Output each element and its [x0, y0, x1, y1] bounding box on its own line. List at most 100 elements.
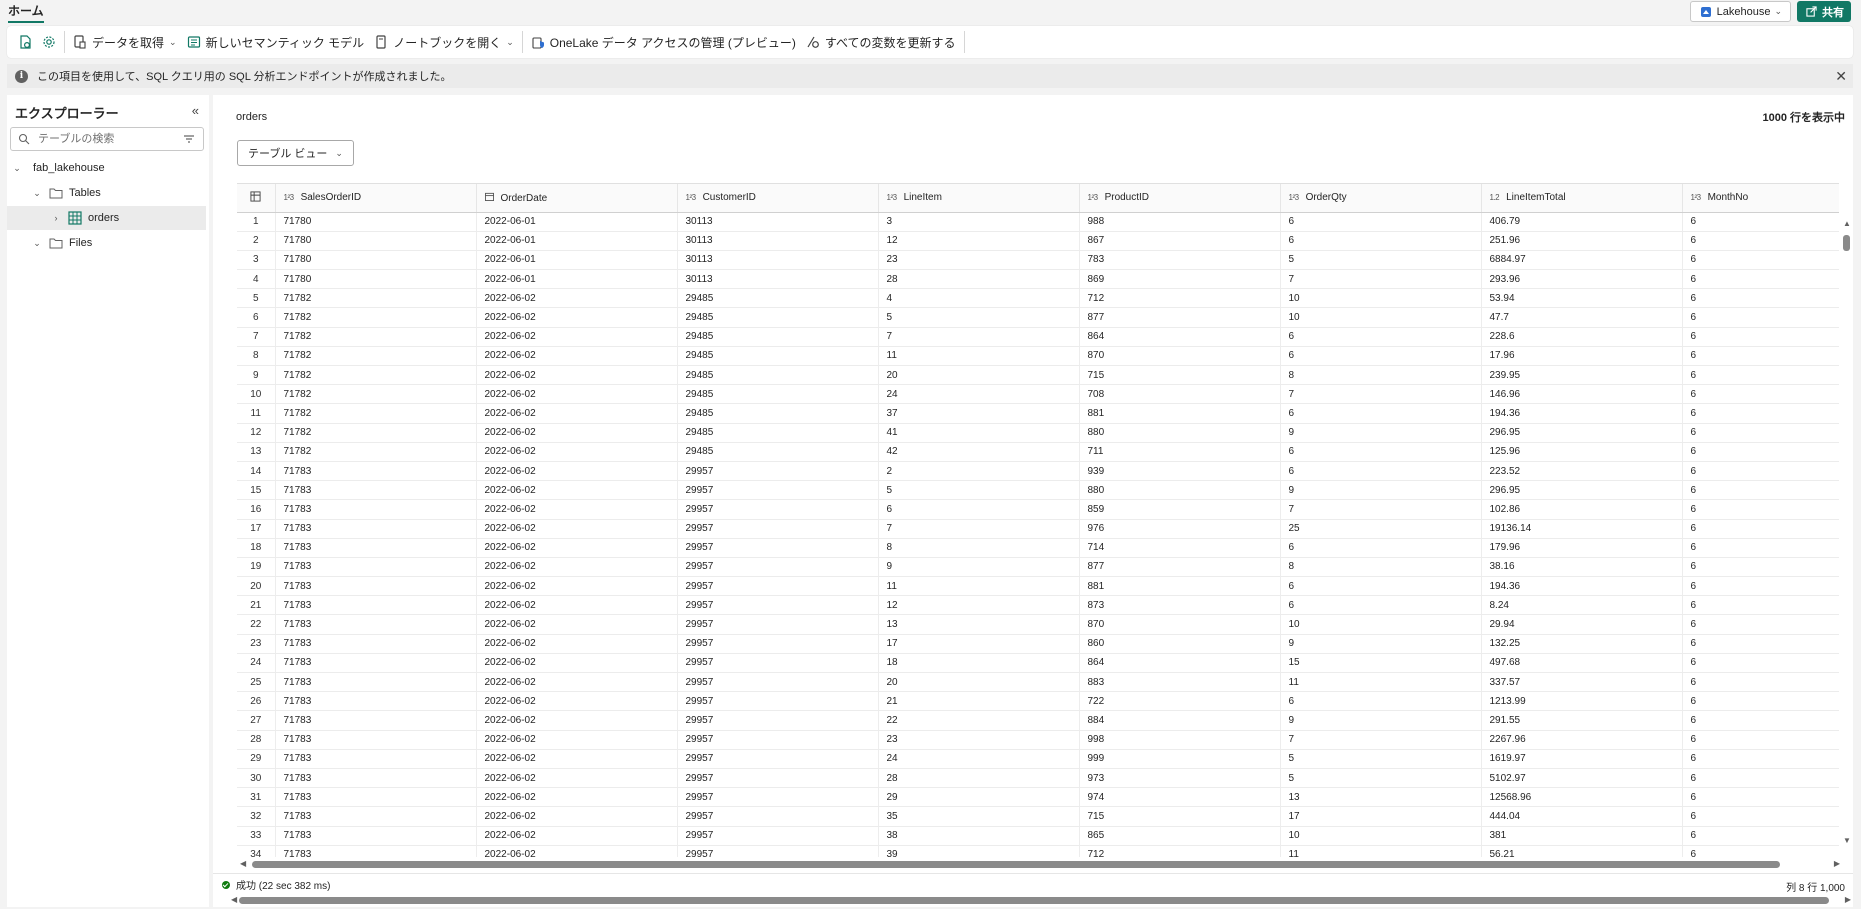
table-cell[interactable]: 71783	[275, 787, 477, 808]
table-cell[interactable]: 6	[1682, 423, 1839, 443]
table-cell[interactable]: 11	[878, 346, 1080, 367]
table-cell[interactable]: 29957	[677, 519, 879, 539]
table-cell[interactable]: 29957	[677, 845, 879, 857]
table-cell[interactable]: 6	[1682, 403, 1839, 424]
table-cell[interactable]: 8	[878, 538, 1080, 558]
table-cell[interactable]: 6	[1682, 231, 1839, 251]
table-row[interactable]: 12 71782 2022-06-02 29485 41 880 9 296.95 6	[237, 423, 1839, 443]
table-cell[interactable]: 29957	[677, 826, 879, 846]
table-cell[interactable]: 56.21	[1481, 845, 1683, 857]
table-cell[interactable]: 497.68	[1481, 653, 1683, 674]
table-cell[interactable]: 939	[1079, 461, 1281, 482]
table-cell[interactable]: 715	[1079, 365, 1281, 386]
get-data-button[interactable]: データを取得 ⌄	[68, 30, 182, 54]
table-cell[interactable]: 2022-06-02	[476, 614, 678, 635]
table-cell[interactable]: 884	[1079, 710, 1281, 731]
table-cell[interactable]: 102.86	[1481, 499, 1683, 520]
table-cell[interactable]: 41	[878, 423, 1080, 443]
table-cell[interactable]: 5	[1280, 749, 1482, 769]
table-row[interactable]: 8 71782 2022-06-02 29485 11 870 6 17.96 6	[237, 346, 1839, 367]
table-cell[interactable]: 2	[878, 461, 1080, 482]
table-cell[interactable]: 9	[1280, 710, 1482, 731]
table-cell[interactable]: 4	[878, 288, 1080, 309]
column-header-productid[interactable]: 1²3 ProductID	[1079, 184, 1281, 213]
row-number-cell[interactable]: 24	[237, 653, 276, 674]
table-cell[interactable]: 2022-06-02	[476, 346, 678, 367]
table-cell[interactable]: 2022-06-02	[476, 749, 678, 769]
table-cell[interactable]: 6	[1682, 288, 1839, 309]
table-cell[interactable]: 6	[1280, 346, 1482, 367]
table-cell[interactable]: 880	[1079, 423, 1281, 443]
row-number-cell[interactable]: 10	[237, 384, 276, 405]
table-cell[interactable]: 179.96	[1481, 538, 1683, 558]
table-cell[interactable]: 125.96	[1481, 442, 1683, 462]
table-cell[interactable]: 2022-06-02	[476, 710, 678, 731]
column-header-monthno[interactable]: 1²3 MonthNo	[1682, 184, 1839, 213]
table-cell[interactable]: 29957	[677, 499, 879, 520]
table-cell[interactable]: 6	[878, 499, 1080, 520]
table-cell[interactable]: 29485	[677, 365, 879, 386]
table-cell[interactable]: 6	[1280, 538, 1482, 558]
refresh-variables-button[interactable]: すべての変数を更新する	[801, 30, 961, 54]
table-cell[interactable]: 860	[1079, 634, 1281, 654]
table-cell[interactable]: 29957	[677, 710, 879, 731]
table-cell[interactable]: 867	[1079, 231, 1281, 251]
table-cell[interactable]: 29957	[677, 461, 879, 482]
table-cell[interactable]: 30113	[677, 212, 879, 232]
row-number-cell[interactable]: 15	[237, 480, 276, 501]
table-cell[interactable]: 239.95	[1481, 365, 1683, 386]
row-number-cell[interactable]: 32	[237, 806, 276, 827]
table-cell[interactable]: 71783	[275, 634, 477, 654]
table-cell[interactable]: 6	[1682, 538, 1839, 558]
tree-item-tables[interactable]: ⌄ Tables	[7, 181, 207, 205]
row-number-cell[interactable]: 33	[237, 826, 276, 846]
table-cell[interactable]: 71782	[275, 365, 477, 386]
table-cell[interactable]: 2022-06-02	[476, 730, 678, 750]
table-cell[interactable]: 6	[1682, 595, 1839, 616]
table-cell[interactable]: 6	[1682, 269, 1839, 290]
table-row[interactable]: 4 71780 2022-06-01 30113 28 869 7 293.96 6	[237, 269, 1839, 290]
table-cell[interactable]: 6	[1682, 307, 1839, 328]
table-cell[interactable]: 381	[1481, 826, 1683, 846]
tab-home[interactable]: ホーム	[8, 2, 44, 23]
table-cell[interactable]: 71782	[275, 288, 477, 309]
table-cell[interactable]: 35	[878, 806, 1080, 827]
table-cell[interactable]: 6	[1280, 212, 1482, 232]
table-cell[interactable]: 2022-06-02	[476, 403, 678, 424]
table-cell[interactable]: 444.04	[1481, 806, 1683, 827]
table-cell[interactable]: 6	[1682, 346, 1839, 367]
table-cell[interactable]: 39	[878, 845, 1080, 857]
column-header-customerid[interactable]: 1²3 CustomerID	[677, 184, 879, 213]
row-number-cell[interactable]: 12	[237, 423, 276, 443]
table-cell[interactable]: 714	[1079, 538, 1281, 558]
table-cell[interactable]: 24	[878, 384, 1080, 405]
table-cell[interactable]: 15	[1280, 653, 1482, 674]
table-view-dropdown[interactable]: テーブル ビュー ⌄	[237, 140, 354, 166]
table-cell[interactable]: 6	[1682, 442, 1839, 462]
table-cell[interactable]: 973	[1079, 768, 1281, 789]
table-cell[interactable]: 29957	[677, 730, 879, 750]
table-cell[interactable]: 22	[878, 710, 1080, 731]
table-cell[interactable]: 71783	[275, 461, 477, 482]
table-cell[interactable]: 71783	[275, 710, 477, 731]
table-cell[interactable]: 3	[878, 212, 1080, 232]
table-cell[interactable]: 6	[1682, 653, 1839, 674]
column-header-orderdate[interactable]: OrderDate	[476, 184, 678, 213]
table-cell[interactable]: 881	[1079, 403, 1281, 424]
close-icon[interactable]: ✕	[1835, 68, 1847, 85]
table-cell[interactable]: 23	[878, 250, 1080, 271]
table-cell[interactable]: 13	[878, 614, 1080, 635]
table-row[interactable]: 29 71783 2022-06-02 29957 24 999 5 1619.97 6	[237, 749, 1839, 769]
table-cell[interactable]: 6	[1280, 576, 1482, 597]
table-row[interactable]: 25 71783 2022-06-02 29957 20 883 11 337.57 6	[237, 672, 1839, 693]
table-row[interactable]: 30 71783 2022-06-02 29957 28 973 5 5102.97 6	[237, 768, 1839, 789]
table-cell[interactable]: 5	[878, 480, 1080, 501]
table-row[interactable]: 13 71782 2022-06-02 29485 42 711 6 125.96 6	[237, 442, 1839, 462]
table-cell[interactable]: 6	[1682, 806, 1839, 827]
table-cell[interactable]: 6	[1682, 499, 1839, 520]
table-row[interactable]: 28 71783 2022-06-02 29957 23 998 7 2267.96 6	[237, 730, 1839, 750]
table-cell[interactable]: 29	[878, 787, 1080, 808]
table-cell[interactable]: 71782	[275, 403, 477, 424]
row-number-cell[interactable]: 34	[237, 845, 276, 857]
open-notebook-button[interactable]: ノートブックを開く ⌄	[369, 30, 519, 54]
